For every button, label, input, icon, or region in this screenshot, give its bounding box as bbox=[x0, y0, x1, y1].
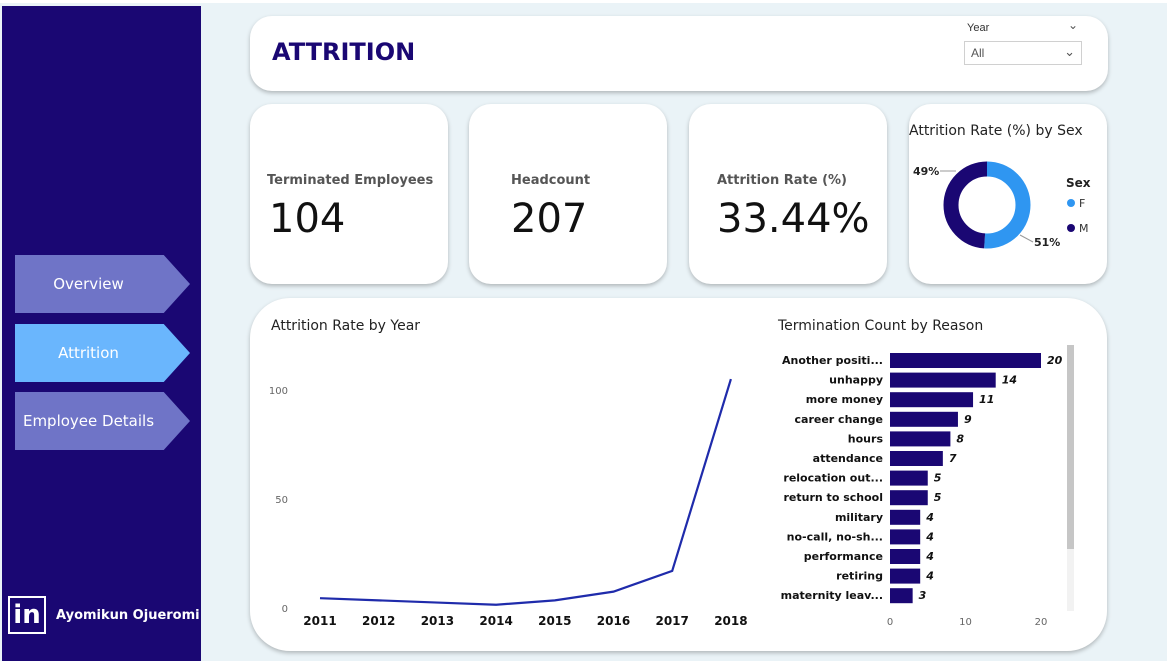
bar-value-label: 8 bbox=[956, 432, 964, 445]
y-tick-label: 50 bbox=[275, 495, 288, 506]
bar-value-label: 5 bbox=[934, 472, 942, 485]
bar-category-label: Another positi... bbox=[782, 354, 883, 367]
bar[interactable] bbox=[890, 490, 928, 506]
kpi-label: Terminated Employees bbox=[267, 173, 434, 188]
bar-value-label: 3 bbox=[919, 589, 927, 602]
leader-line bbox=[1019, 234, 1034, 243]
bar[interactable] bbox=[890, 392, 974, 408]
x-tick-label: 2011 bbox=[303, 614, 336, 628]
donut-value-label: 51% bbox=[1034, 236, 1060, 249]
donut-card: Attrition Rate (%) by Sex 49% 51% Sex FM bbox=[909, 104, 1107, 284]
bar-value-label: 4 bbox=[925, 530, 934, 543]
page-title: ATTRITION bbox=[272, 38, 416, 66]
bar-category-label: attendance bbox=[813, 452, 883, 465]
report-canvas: Overview Attrition Employee Details in A… bbox=[0, 0, 1167, 661]
bar[interactable] bbox=[890, 549, 921, 564]
bar-value-label: 4 bbox=[925, 511, 934, 524]
year-slicer-label: Year bbox=[967, 22, 990, 34]
bar-category-label: military bbox=[835, 511, 883, 524]
bar-category-label: return to school bbox=[784, 491, 884, 504]
kpi-headcount-card: Headcount 207 bbox=[469, 104, 667, 284]
bar-value-label: 4 bbox=[925, 550, 934, 563]
charts-svg: 0501002011 2012 2013 2014 2015 2016 2017 2018 A… bbox=[269, 345, 1074, 628]
x-tick-label: 2014 bbox=[479, 614, 512, 628]
x-tick-label: 2013 bbox=[421, 614, 454, 628]
linkedin-icon[interactable]: in bbox=[8, 596, 46, 634]
kpi-terminated-card: Terminated Employees 104 bbox=[250, 104, 448, 284]
x-tick-label: 2017 bbox=[655, 614, 688, 628]
donut-value-label: 49% bbox=[913, 165, 939, 178]
nav-attrition-button[interactable]: Attrition bbox=[15, 324, 190, 382]
bar-category-label: unhappy bbox=[829, 374, 883, 387]
nav-employee-details-button[interactable]: Employee Details bbox=[15, 392, 190, 450]
x-tick-label: 2016 bbox=[597, 614, 630, 628]
bar[interactable] bbox=[890, 509, 921, 525]
bar-category-label: maternity leav... bbox=[781, 589, 883, 602]
bar-value-label: 7 bbox=[949, 452, 957, 465]
bar[interactable] bbox=[890, 431, 951, 447]
bar-category-label: relocation out... bbox=[783, 472, 883, 485]
bar[interactable] bbox=[890, 529, 921, 545]
bar-value-label: 4 bbox=[925, 570, 934, 583]
bar-category-label: no-call, no-sh... bbox=[787, 530, 883, 543]
x-tick-label: 2012 bbox=[362, 614, 395, 628]
bar-category-label: performance bbox=[804, 550, 883, 563]
bar[interactable] bbox=[890, 451, 943, 466]
header-card: ATTRITION Year ⌄ All ⌄ bbox=[250, 16, 1108, 91]
bar-value-label: 11 bbox=[979, 393, 994, 406]
legend-marker bbox=[1067, 224, 1075, 232]
donut-chart: 49% 51% Sex FM bbox=[913, 161, 1091, 249]
nav-overview-button[interactable]: Overview bbox=[15, 255, 190, 313]
legend-title: Sex bbox=[1066, 176, 1091, 190]
author-name: Ayomikun Ojueromi bbox=[56, 607, 200, 623]
x-tick-label: 2015 bbox=[538, 614, 571, 628]
bar-value-label: 20 bbox=[1047, 354, 1063, 367]
y-tick-label: 0 bbox=[282, 604, 288, 615]
year-slicer-value: All bbox=[971, 46, 985, 60]
bar-value-label: 5 bbox=[934, 491, 942, 504]
bar[interactable] bbox=[890, 411, 958, 427]
bar-category-label: hours bbox=[848, 432, 884, 445]
bar-value-label: 9 bbox=[964, 413, 972, 426]
chevron-down-icon: ⌄ bbox=[1064, 44, 1075, 59]
bar[interactable] bbox=[890, 372, 996, 388]
kpi-attrition-rate-card: Attrition Rate (%) 33.44% bbox=[689, 104, 887, 284]
bar[interactable] bbox=[890, 588, 913, 604]
bar[interactable] bbox=[890, 568, 921, 584]
bar-value-label: 14 bbox=[1002, 374, 1017, 387]
y-tick-label: 100 bbox=[269, 386, 288, 397]
bar[interactable] bbox=[890, 470, 928, 486]
year-slicer-dropdown[interactable]: All ⌄ bbox=[964, 41, 1082, 65]
legend-label[interactable]: F bbox=[1079, 197, 1085, 210]
chevron-down-icon[interactable]: ⌄ bbox=[1068, 18, 1078, 32]
x-tick-label: 2018 bbox=[714, 614, 747, 628]
bar-category-label: retiring bbox=[836, 570, 883, 583]
x-tick-label: 10 bbox=[959, 617, 972, 628]
bar[interactable] bbox=[890, 353, 1041, 368]
legend-marker bbox=[1067, 199, 1075, 207]
kpi-value: 104 bbox=[269, 196, 346, 242]
x-tick-label: 0 bbox=[887, 617, 893, 628]
legend-label[interactable]: M bbox=[1079, 222, 1089, 235]
kpi-label: Attrition Rate (%) bbox=[717, 173, 847, 188]
bar-category-label: more money bbox=[806, 393, 883, 406]
brand: in Ayomikun Ojueromi bbox=[8, 596, 200, 634]
x-tick-label: 20 bbox=[1035, 617, 1048, 628]
kpi-value: 33.44% bbox=[717, 196, 870, 242]
kpi-label: Headcount bbox=[511, 173, 591, 188]
bar-chart-scrollbar-thumb[interactable] bbox=[1067, 345, 1074, 549]
kpi-value: 207 bbox=[511, 196, 588, 242]
attrition-line[interactable] bbox=[319, 378, 732, 606]
bar-category-label: career change bbox=[795, 413, 883, 426]
charts-card: Attrition Rate by Year Termination Count… bbox=[250, 298, 1107, 651]
